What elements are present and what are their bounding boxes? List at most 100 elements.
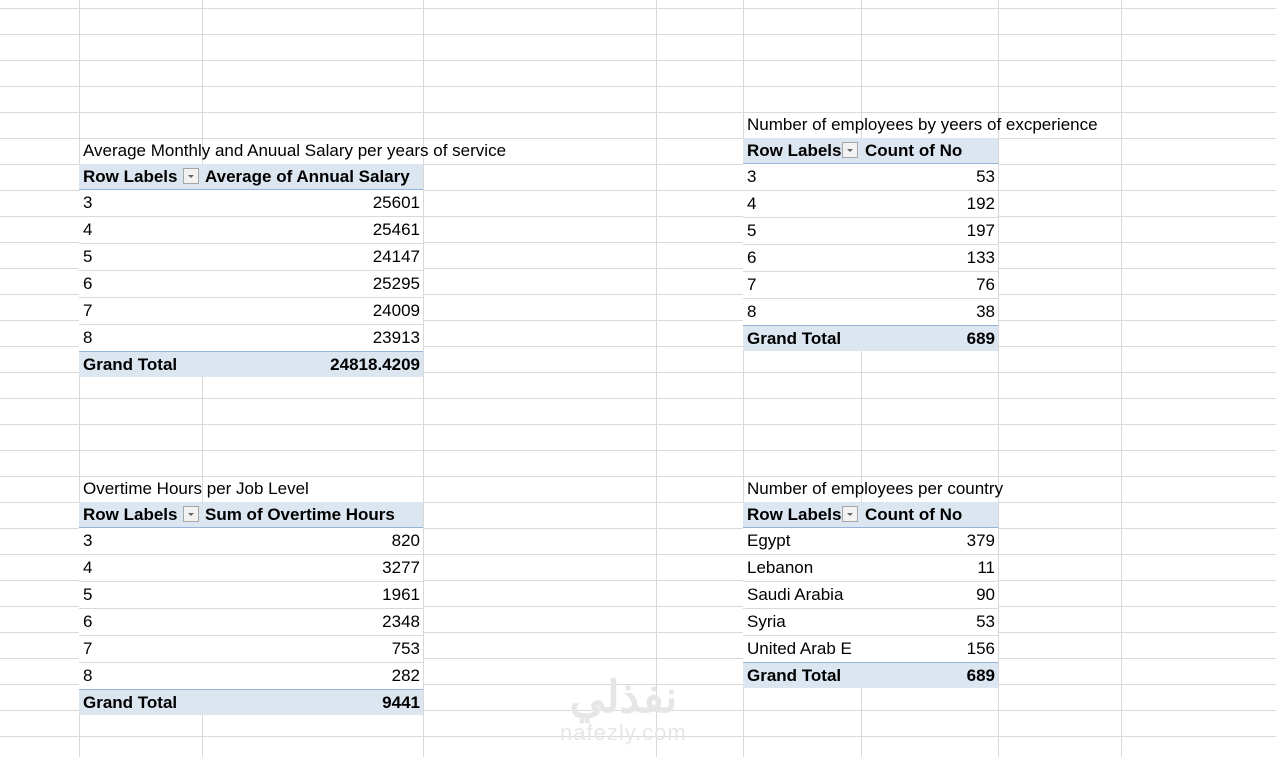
row-label: 7 bbox=[83, 639, 93, 658]
value-header[interactable]: Average of Annual Salary bbox=[205, 164, 410, 190]
row-value: 156 bbox=[966, 639, 995, 658]
watermark-latin: nafezly.com bbox=[560, 720, 687, 745]
grand-total-value: 9441 bbox=[382, 693, 420, 712]
pivot-row[interactable]: 6 2348 bbox=[79, 608, 423, 635]
grand-total-label: Grand Total bbox=[747, 329, 842, 348]
pivot-row[interactable]: 8 282 bbox=[79, 662, 423, 689]
row-value: 24147 bbox=[372, 247, 420, 266]
pivot-header-row: Row Labels Count of No bbox=[743, 138, 998, 164]
grand-total-label: Grand Total bbox=[747, 666, 842, 685]
row-label: United Arab E bbox=[747, 639, 852, 658]
pivot-title: Overtime Hours per Job Level bbox=[83, 479, 309, 498]
row-label: Lebanon bbox=[747, 558, 814, 577]
row-labels-header[interactable]: Row Labels bbox=[747, 502, 841, 528]
row-labels-filter-dropdown[interactable] bbox=[842, 506, 858, 522]
row-value: 23913 bbox=[372, 328, 420, 347]
pivot-row[interactable]: 4 3277 bbox=[79, 554, 423, 581]
row-value: 192 bbox=[966, 194, 995, 213]
row-label: 5 bbox=[747, 221, 757, 240]
row-value: 3277 bbox=[382, 558, 420, 577]
row-value: 282 bbox=[391, 666, 420, 685]
row-value: 25461 bbox=[372, 220, 420, 239]
row-label: 6 bbox=[83, 274, 93, 293]
pivot-row[interactable]: 8 23913 bbox=[79, 324, 423, 351]
row-labels-header[interactable]: Row Labels bbox=[747, 138, 841, 164]
grand-total-row[interactable]: Grand Total 24818.4209 bbox=[79, 351, 423, 377]
row-value: 90 bbox=[976, 585, 995, 604]
row-label: 5 bbox=[83, 585, 93, 604]
row-labels-filter-dropdown[interactable] bbox=[842, 142, 858, 158]
pivot-row[interactable]: 4 192 bbox=[743, 190, 998, 217]
row-labels-header[interactable]: Row Labels bbox=[83, 164, 177, 190]
column-gridline bbox=[656, 0, 657, 757]
row-label: 7 bbox=[747, 275, 757, 294]
pivot-row[interactable]: United Arab E 156 bbox=[743, 635, 998, 662]
pivot-row[interactable]: 3 53 bbox=[743, 164, 998, 190]
grand-total-label: Grand Total bbox=[83, 355, 178, 374]
pivot-row[interactable]: Egypt 379 bbox=[743, 528, 998, 554]
pivot-title: Number of employees by yeers of excperie… bbox=[747, 115, 1098, 134]
row-label: 4 bbox=[747, 194, 757, 213]
row-label: 4 bbox=[83, 220, 93, 239]
row-value: 133 bbox=[966, 248, 995, 267]
row-value: 24009 bbox=[372, 301, 420, 320]
row-label: Saudi Arabia bbox=[747, 585, 844, 604]
pivot-title: Average Monthly and Anuual Salary per ye… bbox=[83, 141, 507, 160]
row-value: 25601 bbox=[372, 193, 420, 212]
row-label: 7 bbox=[83, 301, 93, 320]
row-value: 53 bbox=[976, 167, 995, 186]
pivot-table: Number of employees per country Row Label… bbox=[743, 476, 1003, 688]
grand-total-row[interactable]: Grand Total 689 bbox=[743, 325, 998, 351]
value-header[interactable]: Count of No bbox=[865, 138, 962, 164]
pivot-row[interactable]: 7 753 bbox=[79, 635, 423, 662]
pivot-row[interactable]: Lebanon 11 bbox=[743, 554, 998, 581]
row-label: 3 bbox=[83, 531, 93, 550]
row-value: 1961 bbox=[382, 585, 420, 604]
pivot-row[interactable]: 5 24147 bbox=[79, 243, 423, 270]
value-header[interactable]: Count of No bbox=[865, 502, 962, 528]
pivot-row[interactable]: 8 38 bbox=[743, 298, 998, 325]
row-value: 820 bbox=[391, 531, 420, 550]
row-label: 8 bbox=[747, 302, 757, 321]
row-value: 11 bbox=[977, 558, 995, 577]
pivot-row[interactable]: 5 197 bbox=[743, 217, 998, 244]
pivot-row[interactable]: 5 1961 bbox=[79, 581, 423, 608]
watermark-logo: نفذلي nafezly.com bbox=[560, 676, 687, 746]
row-label: 5 bbox=[83, 247, 93, 266]
pivot-row[interactable]: 3 25601 bbox=[79, 190, 423, 216]
grand-total-value: 689 bbox=[966, 666, 995, 685]
grand-total-row[interactable]: Grand Total 689 bbox=[743, 662, 998, 688]
pivot-row[interactable]: 4 25461 bbox=[79, 216, 423, 243]
row-label: 6 bbox=[747, 248, 757, 267]
row-label: 8 bbox=[83, 328, 93, 347]
row-label: 4 bbox=[83, 558, 93, 577]
pivot-header-row: Row Labels Average of Annual Salary bbox=[79, 164, 423, 190]
pivot-row[interactable]: 7 76 bbox=[743, 271, 998, 298]
grand-total-row[interactable]: Grand Total 9441 bbox=[79, 689, 423, 715]
pivot-header-row: Row Labels Count of No bbox=[743, 502, 998, 528]
row-value: 753 bbox=[391, 639, 420, 658]
row-label: 8 bbox=[83, 666, 93, 685]
watermark-arabic: نفذلي bbox=[569, 673, 678, 722]
row-value: 76 bbox=[976, 275, 995, 294]
pivot-row[interactable]: Saudi Arabia 90 bbox=[743, 581, 998, 608]
value-header[interactable]: Sum of Overtime Hours bbox=[205, 502, 395, 528]
row-labels-header[interactable]: Row Labels bbox=[83, 502, 177, 528]
row-label: Egypt bbox=[747, 531, 791, 550]
pivot-row[interactable]: 6 25295 bbox=[79, 270, 423, 297]
row-value: 53 bbox=[976, 612, 995, 631]
pivot-row[interactable]: Syria 53 bbox=[743, 608, 998, 635]
row-label: 6 bbox=[83, 612, 93, 631]
row-label: 3 bbox=[747, 167, 757, 186]
row-labels-filter-dropdown[interactable] bbox=[183, 506, 199, 522]
pivot-row[interactable]: 3 820 bbox=[79, 528, 423, 554]
pivot-table: Overtime Hours per Job Level Row Labels Su… bbox=[79, 476, 423, 715]
pivot-row[interactable]: 6 133 bbox=[743, 244, 998, 271]
row-labels-filter-dropdown[interactable] bbox=[183, 168, 199, 184]
pivot-row[interactable]: 7 24009 bbox=[79, 297, 423, 324]
row-value: 2348 bbox=[382, 612, 420, 631]
pivot-table: Average Monthly and Anuual Salary per ye… bbox=[79, 138, 506, 377]
pivot-header-row: Row Labels Sum of Overtime Hours bbox=[79, 502, 423, 528]
pivot-table: Number of employees by yeers of excperie… bbox=[743, 112, 1098, 351]
grand-total-label: Grand Total bbox=[83, 693, 178, 712]
